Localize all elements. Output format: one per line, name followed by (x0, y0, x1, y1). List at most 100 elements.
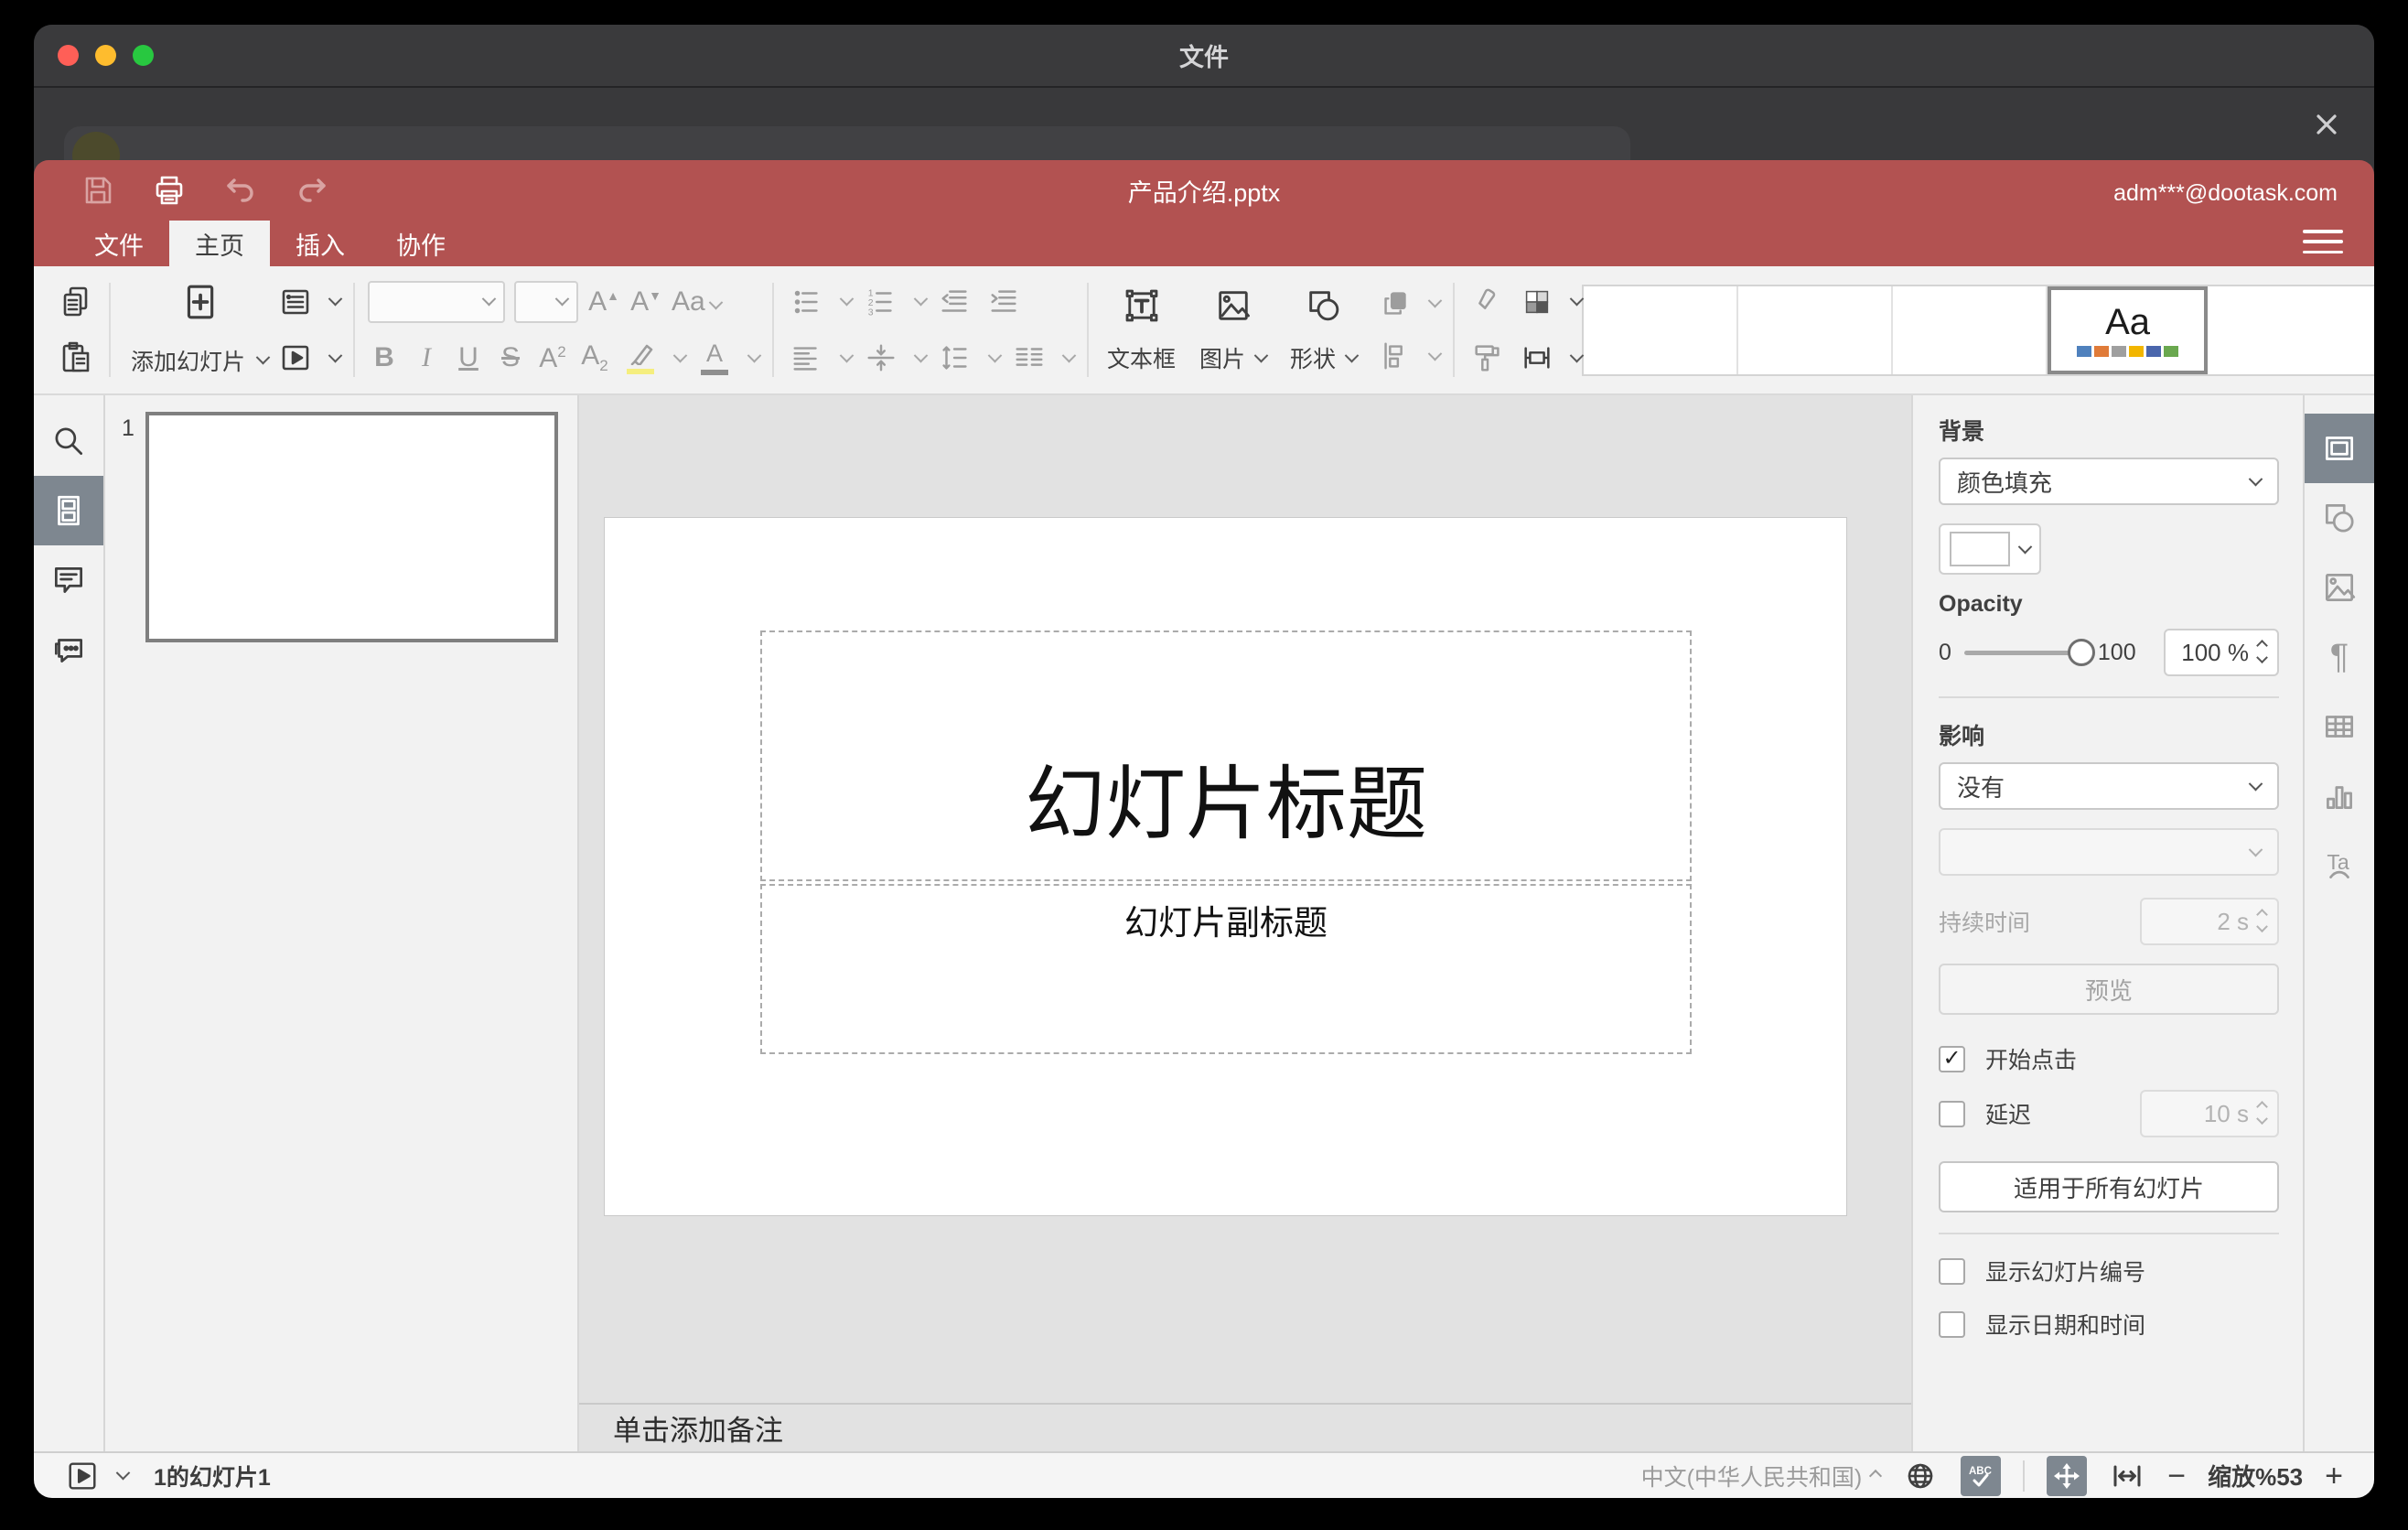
tab-collaboration[interactable]: 协作 (371, 221, 471, 266)
slide-size-icon[interactable] (1517, 335, 1557, 381)
slide-settings-button[interactable] (2305, 414, 2374, 483)
subtitle-placeholder[interactable]: 幻灯片副标题 (760, 884, 1692, 1054)
strikethrough-icon[interactable]: S (494, 344, 527, 372)
theme-swatch (2164, 345, 2179, 357)
shape-align-icon[interactable] (1375, 333, 1415, 379)
effect-select[interactable]: 没有 (1939, 762, 2279, 810)
textart-settings-button[interactable]: Ta (2305, 831, 2374, 900)
menu-icon[interactable] (2303, 226, 2343, 257)
slide-canvas[interactable]: 幻灯片标题 幻灯片副标题 (605, 518, 1846, 1215)
arrange-icon[interactable] (1375, 281, 1415, 327)
copy-icon[interactable] (56, 279, 96, 325)
increase-indent-icon[interactable] (984, 279, 1025, 325)
add-slide-button[interactable]: 添加幻灯片 (124, 266, 275, 393)
delay-spinner[interactable]: 10 s (2140, 1090, 2279, 1137)
search-icon (49, 422, 88, 460)
notes-area[interactable]: 单击添加备注 (579, 1403, 1911, 1451)
line-spacing-icon[interactable] (935, 335, 975, 381)
theme-gallery-expand[interactable] (2360, 286, 2374, 374)
copy-style-icon[interactable] (1467, 335, 1508, 381)
numbering-icon[interactable]: 123 (861, 279, 901, 325)
start-click-checkbox[interactable] (1939, 1045, 1965, 1072)
insert-image-button[interactable]: 图片 (1194, 274, 1272, 386)
chart-settings-button[interactable] (2305, 761, 2374, 831)
slides-panel-button[interactable] (34, 476, 103, 545)
theme-thumbnail[interactable] (2208, 286, 2360, 374)
theme-thumbnail[interactable] (1584, 286, 1739, 374)
zoom-out-button[interactable]: − (2167, 1460, 2186, 1492)
fit-slide-icon[interactable] (2047, 1455, 2088, 1496)
opacity-spinner[interactable]: 100 % (2164, 629, 2279, 676)
chat-button[interactable] (34, 615, 103, 684)
increase-font-icon[interactable]: A▲ (587, 287, 620, 316)
show-slide-number-checkbox[interactable] (1939, 1257, 1965, 1285)
theme-thumbnail[interactable] (1893, 286, 2048, 374)
effect-label: 影响 (1939, 724, 1985, 749)
paragraph-settings-button[interactable]: ¶ (2305, 622, 2374, 692)
style-group (1467, 266, 1585, 393)
slide-thumbnail-1[interactable] (145, 412, 558, 642)
columns-icon[interactable] (1009, 335, 1049, 381)
font-name-select[interactable] (368, 280, 506, 323)
slide-layout-icon[interactable] (275, 279, 316, 325)
opacity-label: Opacity (1939, 591, 2023, 617)
shape-fill-icon[interactable] (1517, 279, 1557, 325)
language-selector[interactable]: 中文(中华人民共和国) (1641, 1460, 1883, 1492)
zoom-in-button[interactable]: + (2325, 1460, 2343, 1492)
shape-settings-button[interactable] (2305, 483, 2374, 553)
start-slideshow-icon[interactable] (65, 1459, 100, 1493)
app-window: 文件 产品介绍.pptx adm***@dootask.com 文件 主页 插入… (34, 25, 2374, 1498)
subscript-icon[interactable]: A2 (578, 342, 611, 374)
theme-thumbnail[interactable] (1738, 286, 1894, 374)
clear-style-icon[interactable] (1467, 279, 1508, 325)
title-placeholder[interactable]: 幻灯片标题 (760, 630, 1692, 881)
opacity-slider[interactable] (1963, 638, 2095, 666)
theme-label: Aa (2105, 301, 2151, 342)
svg-text:Ta: Ta (2327, 850, 2349, 874)
superscript-icon[interactable]: A2 (536, 344, 569, 372)
clipboard-group (56, 266, 96, 393)
bullets-icon[interactable] (787, 279, 827, 325)
italic-icon[interactable]: I (410, 344, 443, 372)
paste-icon[interactable] (56, 335, 96, 381)
bold-icon[interactable]: B (368, 344, 401, 372)
fit-width-icon[interactable] (2109, 1458, 2145, 1494)
close-icon[interactable] (2306, 104, 2347, 145)
effect-type-select[interactable] (1939, 828, 2279, 876)
fill-type-select[interactable]: 颜色填充 (1939, 458, 2279, 505)
horizontal-align-icon[interactable] (787, 335, 827, 381)
fill-color-picker[interactable] (1939, 523, 2041, 575)
search-button[interactable] (34, 406, 103, 476)
underline-icon[interactable]: U (452, 344, 485, 372)
duration-spinner[interactable]: 2 s (2140, 898, 2279, 945)
globe-icon[interactable] (1902, 1458, 1939, 1494)
tab-file[interactable]: 文件 (69, 221, 169, 266)
spellcheck-icon[interactable]: ABC (1961, 1455, 2002, 1496)
preview-button[interactable]: 预览 (1939, 964, 2279, 1015)
opacity-slider-knob[interactable] (2067, 638, 2095, 666)
tab-home[interactable]: 主页 (169, 221, 270, 266)
show-date-checkbox[interactable] (1939, 1310, 1965, 1338)
theme-thumbnail-selected[interactable]: Aa (2048, 286, 2209, 374)
svg-text:2: 2 (868, 298, 874, 308)
delay-checkbox[interactable] (1939, 1100, 1965, 1127)
tab-insert[interactable]: 插入 (270, 221, 371, 266)
apply-all-button[interactable]: 适用于所有幻灯片 (1939, 1161, 2279, 1212)
slideshow-icon[interactable] (275, 335, 316, 381)
comments-button[interactable] (34, 545, 103, 615)
decrease-font-icon[interactable]: A▼ (629, 287, 662, 316)
font-size-select[interactable] (514, 280, 579, 323)
notes-placeholder: 单击添加备注 (613, 1415, 783, 1447)
image-settings-button[interactable] (2305, 553, 2374, 622)
insert-group: 文本框 图片 形状 (1102, 266, 1443, 393)
table-settings-button[interactable] (2305, 692, 2374, 761)
insert-textbox-button[interactable]: 文本框 (1102, 274, 1181, 386)
zoom-level: 缩放%53 (2208, 1463, 2304, 1491)
vertical-align-icon[interactable] (861, 335, 901, 381)
font-color-icon[interactable]: A (694, 335, 735, 381)
macos-titlebar: 文件 (34, 25, 2374, 88)
change-case-icon[interactable]: Aa (672, 287, 723, 316)
insert-shape-button[interactable]: 形状 (1285, 274, 1362, 386)
highlight-color-icon[interactable] (620, 335, 661, 381)
decrease-indent-icon[interactable] (935, 279, 975, 325)
